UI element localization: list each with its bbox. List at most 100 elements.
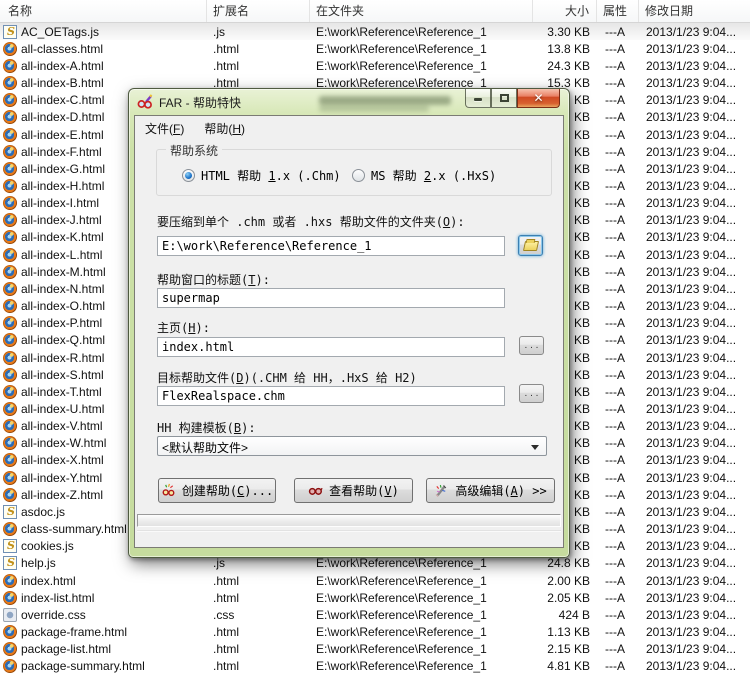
close-button[interactable]: ✕ — [517, 89, 560, 108]
menu-help[interactable]: 帮助(H) — [194, 116, 255, 141]
file-row[interactable]: package-frame.html .html E:\work\Reference… — [0, 623, 750, 640]
file-name: all-index-Z.html — [21, 487, 104, 502]
file-size: 2.15 KB — [547, 642, 590, 657]
dialog-titlebar[interactable]: FAR - 帮助特快 ✕ — [129, 89, 569, 115]
file-row[interactable]: package-list.html .html E:\work\Reference\… — [0, 641, 750, 658]
file-ext: .html — [213, 58, 240, 73]
file-folder: E:\work\Reference\Reference_1 — [316, 556, 487, 571]
target-file-input[interactable]: FlexRealspace.chm — [157, 386, 505, 406]
file-modified: 2013/1/23 9:04... — [646, 504, 737, 519]
column-header[interactable]: 在文件夹 — [310, 0, 533, 22]
file-attributes: ---A — [605, 659, 625, 674]
template-dropdown[interactable]: <默认帮助文件> — [157, 436, 547, 456]
column-header[interactable]: 属性 — [597, 0, 639, 22]
create-help-button[interactable]: 创建帮助(C)... — [158, 478, 276, 503]
file-attributes: ---A — [605, 419, 625, 434]
file-row[interactable]: all-index-A.html .html E:\work\Reference\R… — [0, 57, 750, 74]
file-row[interactable]: package-summary.html .html E:\work\Referen… — [0, 658, 750, 675]
html-file-icon — [3, 281, 17, 296]
status-bar — [137, 530, 561, 545]
browse-target-file-button[interactable]: . . . — [519, 384, 544, 403]
file-name: all-index-E.html — [21, 127, 104, 142]
file-attributes: ---A — [605, 384, 625, 399]
file-attributes: ---A — [605, 161, 625, 176]
file-attributes: ---A — [605, 316, 625, 331]
file-modified: 2013/1/23 9:04... — [646, 607, 737, 622]
maximize-button[interactable] — [491, 89, 517, 108]
help-system-group: 帮助系统 HTML 帮助 1.x (.Chm) MS 帮助 2.x (.HxS) — [156, 142, 552, 196]
file-attributes: ---A — [605, 436, 625, 451]
file-ext: .html — [213, 625, 240, 640]
dialog-title: FAR - 帮助特快 — [159, 95, 242, 110]
file-name: package-list.html — [21, 642, 112, 657]
browse-folder-button[interactable] — [518, 235, 543, 256]
file-modified: 2013/1/23 9:04... — [646, 367, 737, 382]
radio-html-help-1x[interactable]: HTML 帮助 1.x (.Chm) — [182, 167, 341, 184]
dialog-client-area: 文件(F) 帮助(H) 帮助系统 HTML 帮助 1.x (.Chm) MS 帮… — [134, 115, 564, 548]
file-size: 24.8 KB — [547, 556, 590, 571]
file-modified: 2013/1/23 9:04... — [646, 522, 737, 537]
file-name: override.css — [21, 607, 86, 622]
file-row[interactable]: index.html .html E:\work\Reference\Referen… — [0, 572, 750, 589]
column-header[interactable]: 名称 — [0, 0, 207, 22]
file-ext: .html — [213, 642, 240, 657]
file-modified: 2013/1/23 9:04... — [646, 573, 737, 588]
window-title-input[interactable]: supermap — [157, 288, 505, 308]
column-header[interactable]: 修改日期 — [639, 0, 750, 22]
radio-icon[interactable] — [352, 169, 365, 182]
html-file-icon — [3, 264, 17, 279]
file-modified: 2013/1/23 9:04... — [646, 384, 737, 399]
menu-file[interactable]: 文件(F) — [135, 116, 194, 141]
file-row[interactable]: AC_OETags.js .js E:\work\Reference\Referen… — [0, 23, 750, 41]
file-modified: 2013/1/23 9:04... — [646, 144, 737, 159]
file-attributes: ---A — [605, 504, 625, 519]
file-size: 13.8 KB — [547, 41, 590, 56]
view-help-button[interactable]: 查看帮助(V) — [294, 478, 413, 503]
minimize-icon — [474, 98, 482, 101]
html-file-icon — [3, 127, 17, 142]
file-attributes: ---A — [605, 230, 625, 245]
file-attributes: ---A — [605, 178, 625, 193]
file-attributes: ---A — [605, 539, 625, 554]
file-modified: 2013/1/23 9:04... — [646, 556, 737, 571]
file-row[interactable]: all-classes.html .html E:\work\Reference\R… — [0, 40, 750, 57]
file-modified: 2013/1/23 9:04... — [646, 316, 737, 331]
file-name: all-index-P.html — [21, 316, 103, 331]
html-file-icon — [3, 350, 17, 365]
menu-bar: 文件(F) 帮助(H) — [135, 116, 563, 140]
file-modified: 2013/1/23 9:04... — [646, 436, 737, 451]
home-page-input[interactable]: index.html — [157, 337, 505, 357]
html-file-icon — [3, 76, 17, 91]
column-header[interactable]: 大小 — [533, 0, 597, 22]
file-modified: 2013/1/23 9:04... — [646, 110, 737, 125]
html-file-icon — [3, 419, 17, 434]
html-file-icon — [3, 384, 17, 399]
advanced-edit-button[interactable]: 高级编辑(A) >> — [426, 478, 555, 503]
file-name: all-index-O.html — [21, 299, 106, 314]
aero-blur-artifact — [319, 105, 429, 112]
far-app-icon — [137, 94, 153, 109]
file-row[interactable]: index-list.html .html E:\work\Reference\Re… — [0, 589, 750, 606]
radio-ms-help-2x[interactable]: MS 帮助 2.x (.HxS) — [352, 167, 496, 184]
column-header[interactable]: 扩展名 — [207, 0, 310, 22]
folder-input[interactable]: E:\work\Reference\Reference_1 — [157, 236, 505, 256]
file-attributes: ---A — [605, 110, 625, 125]
file-folder: E:\work\Reference\Reference_1 — [316, 58, 487, 73]
file-modified: 2013/1/23 9:04... — [646, 659, 737, 674]
button-label: 查看帮助(V) — [329, 484, 399, 498]
file-attributes: ---A — [605, 642, 625, 657]
file-attributes: ---A — [605, 213, 625, 228]
file-attributes: ---A — [605, 127, 625, 142]
browse-home-page-button[interactable]: . . . — [519, 336, 544, 355]
radio-icon[interactable] — [182, 169, 195, 182]
file-attributes: ---A — [605, 144, 625, 159]
file-name: all-index-W.html — [21, 436, 107, 451]
file-size: 1.13 KB — [547, 625, 590, 640]
button-label: 高级编辑(A) >> — [455, 484, 547, 498]
file-modified: 2013/1/23 9:04... — [646, 76, 737, 91]
file-row[interactable]: override.css .css E:\work\Reference\Refere… — [0, 606, 750, 623]
file-name: all-index-H.html — [21, 178, 105, 193]
close-icon: ✕ — [533, 91, 544, 105]
minimize-button[interactable] — [465, 89, 491, 108]
html-file-icon — [3, 58, 17, 73]
